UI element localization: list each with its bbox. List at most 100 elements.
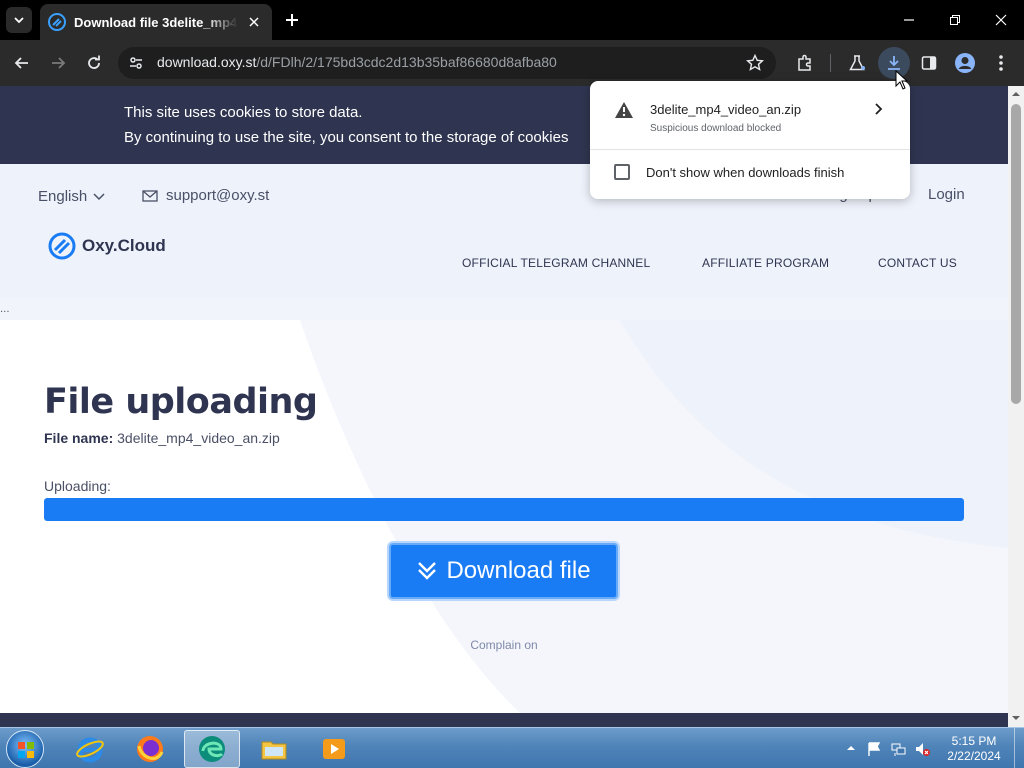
nav-contact-us[interactable]: CONTACT US [878, 256, 957, 270]
complain-link[interactable]: Complain on [0, 638, 1008, 652]
side-panel-icon [921, 56, 937, 70]
download-bubble: 3delite_mp4_video_an.zip Suspicious down… [590, 81, 910, 199]
logo-text: Oxy.Cloud [82, 236, 166, 255]
close-window-button[interactable] [978, 0, 1024, 40]
active-tab[interactable]: Download file 3delite_mp4_video_an.zip [40, 4, 272, 40]
windows-logo-icon [18, 742, 34, 758]
plus-icon [286, 14, 298, 26]
nav-affiliate-program[interactable]: AFFILIATE PROGRAM [702, 256, 829, 270]
scroll-up-arrow-icon[interactable] [1012, 90, 1020, 98]
oxy-cloud-logo-icon [48, 232, 76, 260]
arrow-left-icon [14, 57, 28, 69]
start-button[interactable] [6, 730, 44, 768]
language-selector[interactable]: English [38, 188, 105, 205]
scrollbar-thumb[interactable] [1011, 104, 1021, 404]
dont-show-label[interactable]: Don't show when downloads finish [646, 165, 844, 180]
url-text: download.oxy.st/d/FDlh/2/175bd3cdc2d13b3… [157, 54, 557, 70]
action-center-flag-icon[interactable] [866, 741, 882, 757]
cookie-text-line2: By continuing to use the site, you conse… [124, 129, 569, 146]
file-name-row: File name: 3delite_mp4_video_an.zip [44, 430, 280, 446]
site-logo[interactable]: Oxy.Cloud [48, 232, 166, 260]
nav-telegram-channel[interactable]: OFFICIAL TELEGRAM CHANNEL [462, 256, 650, 270]
download-item-status: Suspicious download blocked [650, 123, 782, 134]
arrow-right-icon [52, 57, 66, 69]
warning-triangle-icon [615, 102, 633, 118]
language-label: English [38, 188, 88, 205]
url-host: download.oxy.st [157, 54, 257, 70]
mouse-cursor-icon [895, 70, 909, 90]
taskbar-file-explorer[interactable] [246, 730, 302, 768]
uploading-label: Uploading: [44, 478, 111, 494]
tray-overflow-icon[interactable] [846, 743, 856, 753]
restore-button[interactable] [932, 0, 978, 40]
new-tab-button[interactable] [280, 8, 304, 32]
profile-button[interactable] [952, 50, 978, 76]
download-button-label: Download file [446, 557, 591, 584]
envelope-icon [142, 189, 158, 202]
firefox-icon [137, 736, 164, 762]
reload-button[interactable] [80, 49, 108, 77]
volume-muted-icon[interactable] [914, 741, 930, 757]
taskbar-edge[interactable] [184, 730, 240, 768]
taskbar-firefox[interactable] [122, 730, 178, 768]
labs-button[interactable] [844, 50, 870, 76]
chevron-down-icon [14, 17, 24, 24]
upload-progress-fill [44, 498, 964, 521]
bookmark-star-icon[interactable] [746, 54, 764, 72]
file-name-value: 3delite_mp4_video_an.zip [117, 430, 280, 446]
chevron-right-icon[interactable] [870, 101, 886, 117]
site-info-icon[interactable] [128, 55, 144, 71]
extensions-button[interactable] [792, 50, 818, 76]
page-title: File uploading [44, 382, 318, 422]
url-path: /d/FDlh/2/175bd3cdc2d13b35baf86680d8afba… [256, 54, 557, 70]
scroll-down-arrow-icon[interactable] [1012, 714, 1020, 722]
download-item-filename[interactable]: 3delite_mp4_video_an.zip [650, 102, 801, 117]
flask-icon [849, 55, 865, 71]
close-icon [995, 14, 1007, 26]
restore-icon [950, 15, 960, 25]
media-player-icon [323, 739, 345, 759]
account-avatar-icon [955, 53, 975, 73]
address-bar[interactable]: download.oxy.st/d/FDlh/2/175bd3cdc2d13b3… [118, 47, 776, 79]
internet-explorer-icon [76, 737, 104, 763]
page-scrollbar[interactable] [1008, 86, 1024, 727]
dont-show-checkbox[interactable] [614, 164, 630, 180]
system-clock[interactable]: 5:15 PM 2/22/2024 [940, 734, 1008, 764]
page-footer-strip [0, 713, 1008, 727]
show-desktop-button[interactable] [1014, 728, 1024, 768]
toolbar-divider [830, 54, 831, 72]
download-file-button[interactable]: Download file [389, 543, 618, 599]
tab-strip: Download file 3delite_mp4_video_an.zip [0, 0, 1024, 40]
reload-icon [88, 55, 100, 69]
back-button[interactable] [8, 49, 36, 77]
cookie-text-line1: This site uses cookies to store data. [124, 104, 363, 121]
bubble-divider [590, 149, 910, 150]
forward-button[interactable] [44, 49, 72, 77]
windows-taskbar: 5:15 PM 2/22/2024 [0, 727, 1024, 768]
upload-progress-bar [44, 498, 964, 521]
puzzle-icon [798, 54, 811, 71]
chevron-down-icon [93, 192, 105, 200]
clock-time: 5:15 PM [951, 734, 997, 748]
tab-title: Download file 3delite_mp4_video_an.zip [74, 14, 239, 30]
clock-date: 2/22/2024 [947, 749, 1001, 763]
double-chevron-down-icon [418, 562, 437, 580]
side-panel-button[interactable] [916, 50, 942, 76]
folder-icon [261, 741, 287, 760]
network-icon[interactable] [890, 741, 906, 757]
taskbar-media-player[interactable] [306, 730, 362, 768]
kebab-menu-icon [999, 55, 1003, 71]
support-email-link[interactable]: support@oxy.st [142, 187, 269, 204]
minimize-button[interactable] [886, 0, 932, 40]
support-email: support@oxy.st [166, 187, 270, 204]
menu-button[interactable] [988, 50, 1014, 76]
edge-icon [199, 736, 225, 762]
oxy-cloud-favicon-icon [48, 13, 66, 31]
close-tab-icon[interactable] [244, 12, 264, 32]
minimize-icon [904, 19, 914, 21]
login-link[interactable]: Login [928, 186, 965, 203]
stray-dots-text: ... [0, 304, 10, 315]
tab-search-button[interactable] [6, 7, 32, 33]
taskbar-internet-explorer[interactable] [62, 730, 118, 768]
file-name-label: File name: [44, 430, 114, 446]
